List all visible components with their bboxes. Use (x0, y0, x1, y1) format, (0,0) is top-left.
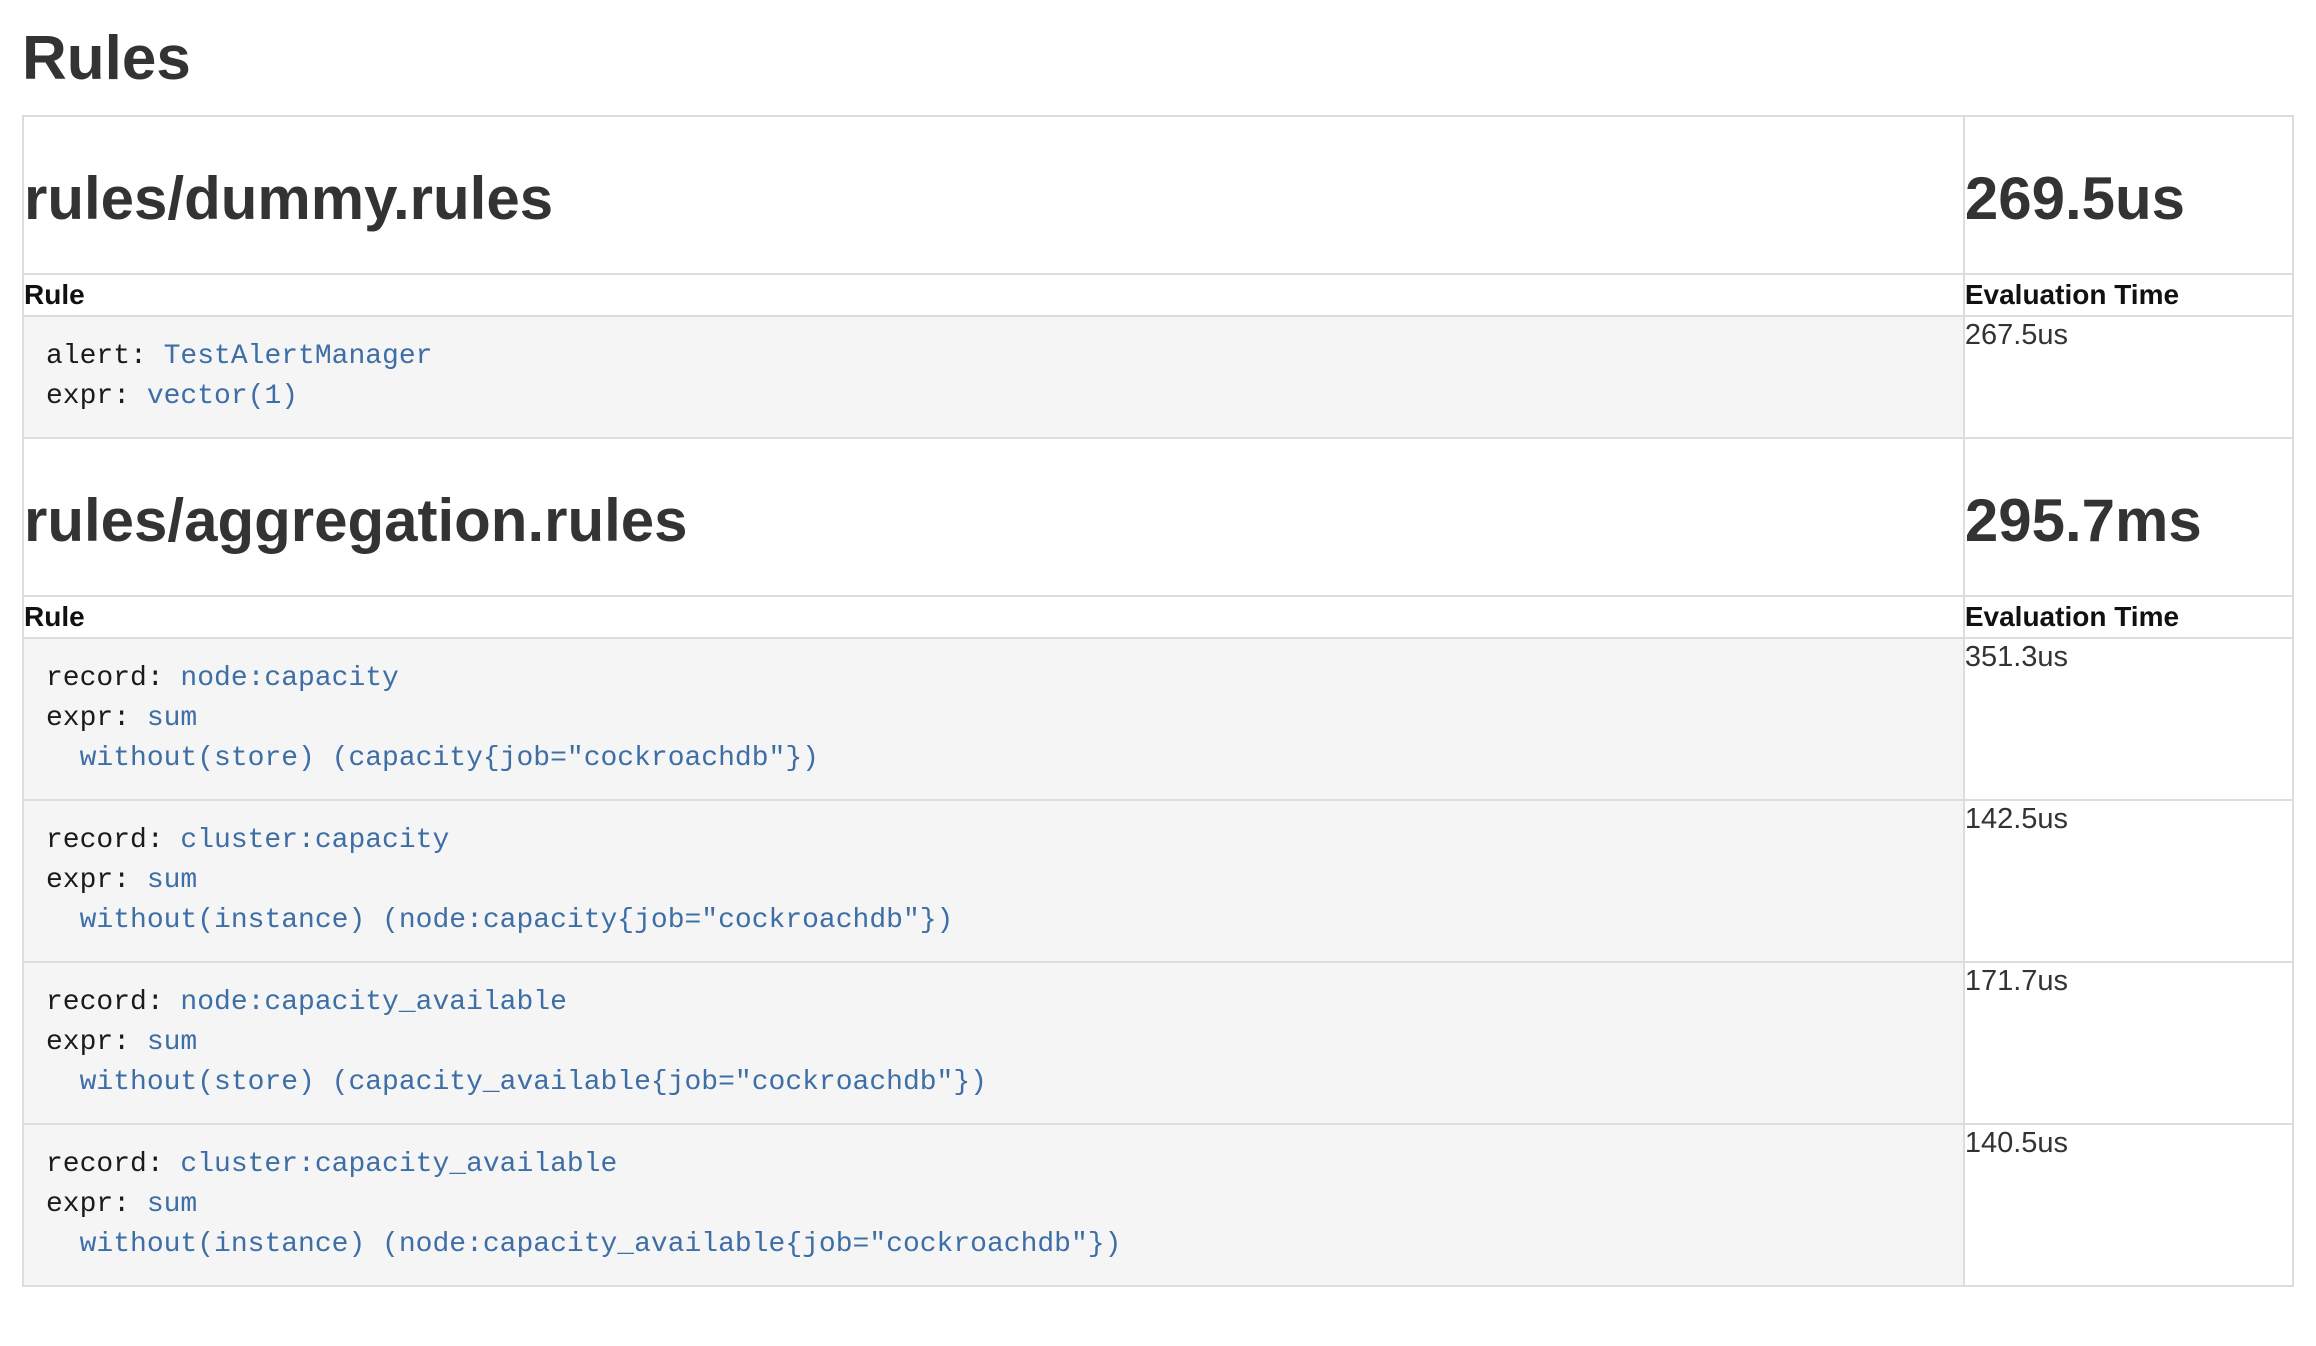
rule-row: alert: TestAlertManager expr: vector(1)2… (23, 316, 2293, 438)
rule-row: record: node:capacity_available expr: su… (23, 962, 2293, 1124)
rule-cell: record: cluster:capacity_available expr:… (23, 1124, 1964, 1286)
rule-key (46, 1229, 80, 1260)
group-header-row: rules/aggregation.rules295.7ms (23, 438, 2293, 596)
rule-link[interactable]: sum (147, 865, 197, 896)
rule-cell: record: node:capacity_available expr: su… (23, 962, 1964, 1124)
rule-code: record: cluster:capacity_available expr:… (24, 1125, 1963, 1285)
rule-code: alert: TestAlertManager expr: vector(1) (24, 317, 1963, 437)
rule-column-header: Rule (23, 596, 1964, 638)
rule-key: record: (46, 987, 180, 1018)
rule-link[interactable]: without(instance) (node:capacity{job="co… (80, 905, 954, 936)
group-file-cell: rules/dummy.rules (23, 116, 1964, 274)
page-container: Rules rules/dummy.rules269.5usRuleEvalua… (0, 24, 2316, 1287)
rule-link[interactable]: sum (147, 703, 197, 734)
rule-code: record: node:capacity_available expr: su… (24, 963, 1963, 1123)
page-title: Rules (22, 24, 2294, 94)
rule-eval-time-cell: 267.5us (1964, 316, 2293, 438)
rule-link[interactable]: node:capacity (180, 663, 398, 694)
rules-page: { "page": { "title": "Rules" }, "column_… (0, 24, 2316, 1346)
rule-link[interactable]: cluster:capacity_available (180, 1149, 617, 1180)
rule-eval-time-cell: 171.7us (1964, 962, 2293, 1124)
rule-cell: alert: TestAlertManager expr: vector(1) (23, 316, 1964, 438)
rule-link[interactable]: cluster:capacity (180, 825, 449, 856)
rule-key: expr: (46, 703, 147, 734)
rule-link[interactable]: sum (147, 1027, 197, 1058)
group-file-cell: rules/aggregation.rules (23, 438, 1964, 596)
rule-key (46, 743, 80, 774)
eval-time-column-header: Evaluation Time (1964, 596, 2293, 638)
rule-key: record: (46, 1149, 180, 1180)
rule-key: record: (46, 663, 180, 694)
rule-key: expr: (46, 1189, 147, 1220)
group-header-row: rules/dummy.rules269.5us (23, 116, 2293, 274)
rule-link[interactable]: without(store) (capacity_available{job="… (80, 1067, 987, 1098)
rule-groups-list: rules/dummy.rules269.5usRuleEvaluation T… (22, 115, 2294, 1287)
group-file-heading: rules/dummy.rules (24, 163, 1963, 235)
rule-key: alert: (46, 341, 164, 372)
rule-cell: record: node:capacity expr: sum without(… (23, 638, 1964, 800)
column-header-row: RuleEvaluation Time (23, 596, 2293, 638)
rule-key: expr: (46, 865, 147, 896)
rules-group-table: rules/aggregation.rules295.7msRuleEvalua… (22, 437, 2294, 1287)
rule-link[interactable]: sum (147, 1189, 197, 1220)
rule-link[interactable]: without(store) (capacity{job="cockroachd… (80, 743, 819, 774)
rule-link[interactable]: without(instance) (node:capacity_availab… (80, 1229, 1122, 1260)
rule-column-header: Rule (23, 274, 1964, 316)
rule-row: record: cluster:capacity expr: sum witho… (23, 800, 2293, 962)
group-file-heading: rules/aggregation.rules (24, 485, 1963, 557)
rule-link[interactable]: node:capacity_available (180, 987, 566, 1018)
rule-link[interactable]: vector(1) (147, 381, 298, 412)
rule-eval-time-cell: 351.3us (1964, 638, 2293, 800)
rule-row: record: node:capacity expr: sum without(… (23, 638, 2293, 800)
rule-cell: record: cluster:capacity expr: sum witho… (23, 800, 1964, 962)
rule-link[interactable]: TestAlertManager (164, 341, 433, 372)
rule-code: record: node:capacity expr: sum without(… (24, 639, 1963, 799)
rule-key: expr: (46, 1027, 147, 1058)
column-header-row: RuleEvaluation Time (23, 274, 2293, 316)
group-eval-time-cell: 269.5us (1964, 116, 2293, 274)
rule-key: expr: (46, 381, 147, 412)
rule-key (46, 1067, 80, 1098)
group-eval-time: 269.5us (1965, 163, 2292, 235)
rules-group-table: rules/dummy.rules269.5usRuleEvaluation T… (22, 115, 2294, 439)
rule-key: record: (46, 825, 180, 856)
group-eval-time-cell: 295.7ms (1964, 438, 2293, 596)
group-eval-time: 295.7ms (1965, 485, 2292, 557)
rule-row: record: cluster:capacity_available expr:… (23, 1124, 2293, 1286)
rule-eval-time-cell: 140.5us (1964, 1124, 2293, 1286)
eval-time-column-header: Evaluation Time (1964, 274, 2293, 316)
rule-key (46, 905, 80, 936)
rule-eval-time-cell: 142.5us (1964, 800, 2293, 962)
rule-code: record: cluster:capacity expr: sum witho… (24, 801, 1963, 961)
